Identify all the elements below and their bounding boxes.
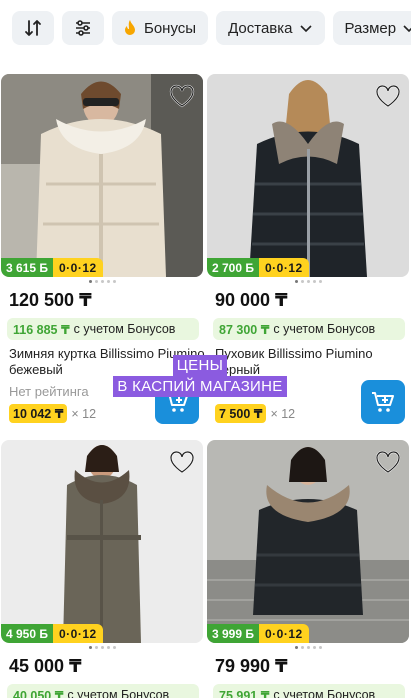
favorite-heart-icon[interactable]: [169, 84, 195, 108]
bonus-badge: 3 615 Б: [1, 258, 53, 277]
image-pager-dots: [207, 646, 409, 649]
favorite-heart-icon[interactable]: [169, 450, 195, 474]
installment-price: 7 500 ₸: [215, 404, 267, 423]
chevron-down-icon: [299, 25, 312, 33]
installment-multiplier: × 12: [270, 406, 296, 421]
delivery-filter-chip[interactable]: Доставка: [216, 11, 325, 45]
bonus-price-value: 116 885 ₸: [13, 322, 70, 337]
filter-settings-button[interactable]: [62, 11, 104, 45]
image-pager-dots: [1, 280, 203, 283]
bonus-price-value: 40 050 ₸: [13, 688, 64, 698]
installment-multiplier: × 12: [71, 406, 97, 421]
bonus-price-row: 40 050 ₸ с учетом Бонусов: [7, 684, 199, 698]
bonus-price-suffix: с учетом Бонусов: [273, 322, 376, 336]
filter-bar: Бонусы Доставка Размер: [0, 0, 411, 56]
installment-badge: 0·0·12: [53, 624, 103, 643]
product-image[interactable]: 3 615 Б 0·0·12: [1, 74, 203, 277]
product-price: 120 500 ₸: [9, 290, 92, 310]
bonus-price-suffix: с учетом Бонусов: [67, 688, 170, 698]
bonus-price-suffix: с учетом Бонусов: [73, 322, 176, 336]
favorite-heart-icon[interactable]: [375, 84, 401, 108]
sort-button[interactable]: [12, 11, 54, 45]
image-pager-dots: [207, 280, 409, 283]
bonus-price-row: 87 300 ₸ с учетом Бонусов: [213, 318, 405, 340]
video-caption-overlay: ЦЕНЫ В КАСПИЙ МАГАЗИНЕ: [95, 355, 305, 397]
installment-badge: 0·0·12: [53, 258, 103, 277]
product-price: 79 990 ₸: [215, 656, 288, 676]
product-price: 90 000 ₸: [215, 290, 288, 310]
product-price: 45 000 ₸: [9, 656, 82, 676]
badges: 3 615 Б 0·0·12: [1, 258, 103, 277]
bonus-badge: 2 700 Б: [207, 258, 259, 277]
installment-row: 7 500 ₸ × 12: [215, 404, 295, 423]
sort-arrows-icon: [25, 20, 41, 36]
size-filter-label: Размер: [344, 19, 397, 37]
badges: 3 999 Б 0·0·12: [207, 624, 309, 643]
caption-line-2: В КАСПИЙ МАГАЗИНЕ: [113, 376, 287, 397]
bonus-price-value: 75 991 ₸: [219, 688, 270, 698]
flame-icon: [125, 20, 135, 35]
installment-badge: 0·0·12: [259, 624, 309, 643]
image-pager-dots: [1, 646, 203, 649]
product-card[interactable]: 3 999 Б 0·0·12 79 990 ₸ 75 991 ₸ с учето…: [207, 440, 409, 698]
product-image[interactable]: 4 950 Б 0·0·12: [1, 440, 203, 643]
sliders-icon: [76, 20, 90, 36]
bonus-price-value: 87 300 ₸: [219, 322, 270, 337]
cart-plus-icon: [372, 392, 394, 412]
bonus-price-row: 116 885 ₸ с учетом Бонусов: [7, 318, 199, 340]
installment-row: 10 042 ₸ × 12: [9, 404, 96, 423]
size-filter-chip[interactable]: Размер: [332, 11, 411, 45]
installment-badge: 0·0·12: [259, 258, 309, 277]
badges: 4 950 Б 0·0·12: [1, 624, 103, 643]
product-image[interactable]: 3 999 Б 0·0·12: [207, 440, 409, 643]
bonus-price-suffix: с учетом Бонусов: [273, 688, 376, 698]
installment-price: 10 042 ₸: [9, 404, 68, 423]
caption-line-1: ЦЕНЫ: [172, 355, 228, 376]
favorite-heart-icon[interactable]: [375, 450, 401, 474]
bonus-badge: 4 950 Б: [1, 624, 53, 643]
product-card[interactable]: 4 950 Б 0·0·12 45 000 ₸ 40 050 ₸ с учето…: [1, 440, 203, 698]
bonus-badge: 3 999 Б: [207, 624, 259, 643]
chevron-down-icon: [403, 25, 411, 33]
product-image[interactable]: 2 700 Б 0·0·12: [207, 74, 409, 277]
add-to-cart-button[interactable]: [361, 380, 405, 424]
bonus-filter-chip[interactable]: Бонусы: [112, 11, 209, 45]
delivery-filter-label: Доставка: [228, 19, 293, 37]
bonus-filter-label: Бонусы: [144, 19, 197, 37]
badges: 2 700 Б 0·0·12: [207, 258, 309, 277]
bonus-price-row: 75 991 ₸ с учетом Бонусов: [213, 684, 405, 698]
product-rating: Нет рейтинга: [9, 384, 89, 399]
